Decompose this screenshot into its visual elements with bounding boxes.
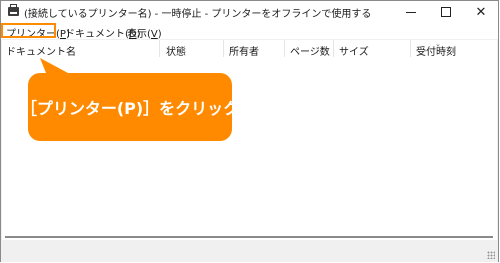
resize-grip-icon[interactable] — [487, 251, 495, 259]
column-divider[interactable] — [159, 40, 160, 57]
close-icon: ✕ — [475, 4, 487, 20]
close-button[interactable]: ✕ — [459, 1, 500, 23]
column-divider[interactable] — [410, 40, 411, 57]
maximize-icon — [441, 7, 451, 17]
menu-bar: プリンター(P) ドキュメント(D) 表示(V) — [1, 23, 498, 40]
column-header-document-name[interactable]: ドキュメント名 — [6, 43, 76, 58]
printer-menu-highlight — [1, 23, 56, 38]
scrollbar-thumb[interactable] — [5, 236, 493, 238]
sort-chevron-icon: ⌄ — [435, 40, 441, 48]
instruction-callout: ［プリンター(P)］をクリック — [21, 73, 239, 141]
status-bar — [1, 241, 498, 262]
window-title: (接続しているプリンター名) - 一時停止 - プリンターをオフラインで使用する — [24, 9, 372, 20]
column-header-status[interactable]: 状態 — [166, 43, 186, 58]
printer-icon — [8, 4, 19, 16]
column-header-size[interactable]: サイズ — [339, 43, 369, 58]
title-bar[interactable]: (接続しているプリンター名) - 一時停止 - プリンターをオフラインで使用する… — [1, 1, 498, 23]
column-divider[interactable] — [223, 40, 224, 57]
column-divider[interactable] — [333, 40, 334, 57]
callout-text: ［プリンター(P)］をクリック — [20, 99, 240, 118]
column-divider[interactable] — [284, 40, 285, 57]
horizontal-scrollbar[interactable] — [2, 233, 497, 240]
menu-view[interactable]: 表示(V) — [127, 25, 162, 40]
minimize-icon — [406, 11, 416, 13]
column-header-owner[interactable]: 所有者 — [229, 43, 259, 58]
column-header-row: ドキュメント名 状態 所有者 ページ数 サイズ 受付時刻 ⌄ — [2, 40, 497, 58]
column-header-pages[interactable]: ページ数 — [290, 43, 330, 58]
